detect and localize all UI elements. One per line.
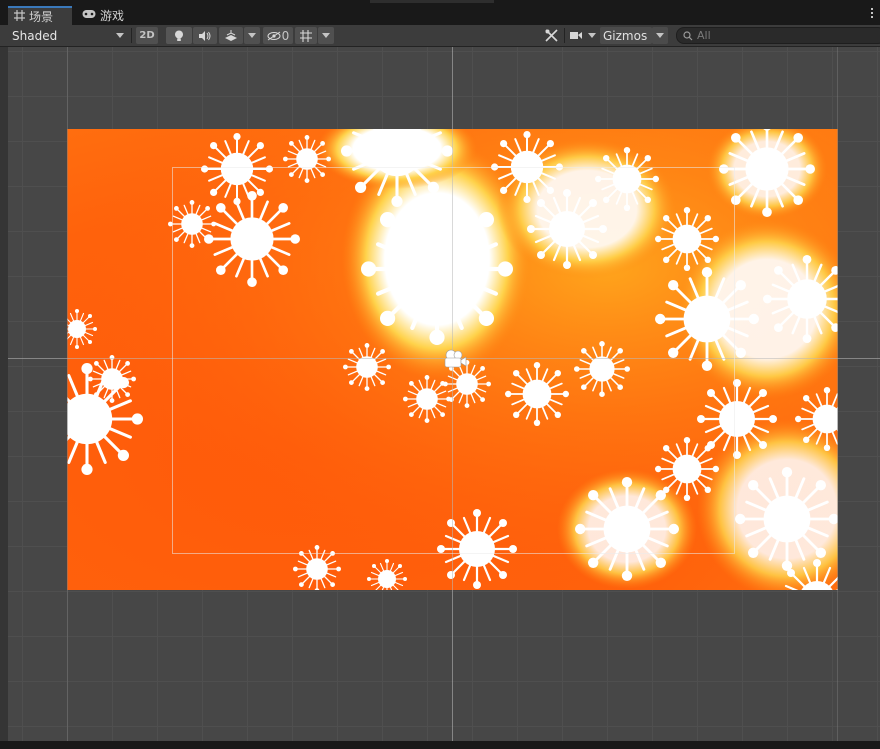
shading-mode-value: Shaded: [12, 28, 58, 43]
chevron-down-icon: [116, 33, 124, 38]
eye-slash-icon: [267, 31, 281, 40]
grid-icon: [14, 9, 25, 24]
tab-game-label: 游戏: [100, 9, 125, 23]
tab-game[interactable]: 游戏: [80, 6, 124, 25]
hidden-count: 0: [281, 28, 290, 43]
chevron-down-icon: [248, 33, 256, 38]
chevron-down-icon: [588, 33, 596, 38]
effects-toggle-button[interactable]: [219, 27, 243, 44]
shading-mode-dropdown[interactable]: Shaded: [6, 27, 128, 44]
camera-dropdown-button[interactable]: [585, 27, 599, 44]
left-panel-edge: [0, 47, 8, 741]
title-drag-strip[interactable]: [370, 0, 494, 3]
search-input[interactable]: [697, 29, 857, 42]
effects-layers-icon: [225, 29, 237, 41]
speaker-icon: [199, 30, 211, 41]
toolbar-divider: [564, 28, 565, 43]
more-options-icon[interactable]: [871, 8, 874, 18]
window-tab-bar: 场景 游戏: [0, 0, 880, 25]
toolbar-divider: [131, 28, 132, 43]
gizmos-label: Gizmos: [603, 28, 648, 43]
toggle-2d-button[interactable]: 2D: [136, 27, 158, 44]
grid-snap-button[interactable]: [295, 27, 317, 44]
camera-settings-button[interactable]: [568, 27, 584, 44]
tools-button[interactable]: [540, 27, 562, 44]
camera-icon[interactable]: [439, 349, 467, 373]
scene-toolbar: Shaded 2D 0 Gizmos: [0, 25, 880, 47]
scene-viewport[interactable]: [8, 47, 880, 741]
chevron-down-icon: [656, 33, 664, 38]
tab-scene[interactable]: 场景: [8, 6, 72, 25]
video-camera-icon: [570, 32, 582, 39]
scene-search-field[interactable]: [676, 27, 880, 44]
lighting-toggle-button[interactable]: [166, 27, 192, 44]
gizmos-dropdown-button[interactable]: [652, 27, 668, 44]
effects-dropdown-button[interactable]: [244, 27, 260, 44]
gizmos-button[interactable]: Gizmos: [600, 27, 652, 44]
chevron-down-icon: [322, 33, 330, 38]
status-bar: [0, 741, 880, 749]
search-icon: [683, 30, 693, 40]
tab-scene-label: 场景: [29, 10, 54, 24]
toggle-2d-label: 2D: [139, 30, 155, 41]
hidden-objects-toggle[interactable]: 0: [263, 27, 293, 44]
gamepad-icon: [82, 9, 96, 22]
grid-snap-icon: [300, 29, 312, 42]
audio-toggle-button[interactable]: [193, 27, 217, 44]
lightbulb-icon: [175, 30, 183, 41]
grid-dropdown-button[interactable]: [318, 27, 334, 44]
wrench-cross-icon: [544, 29, 558, 42]
